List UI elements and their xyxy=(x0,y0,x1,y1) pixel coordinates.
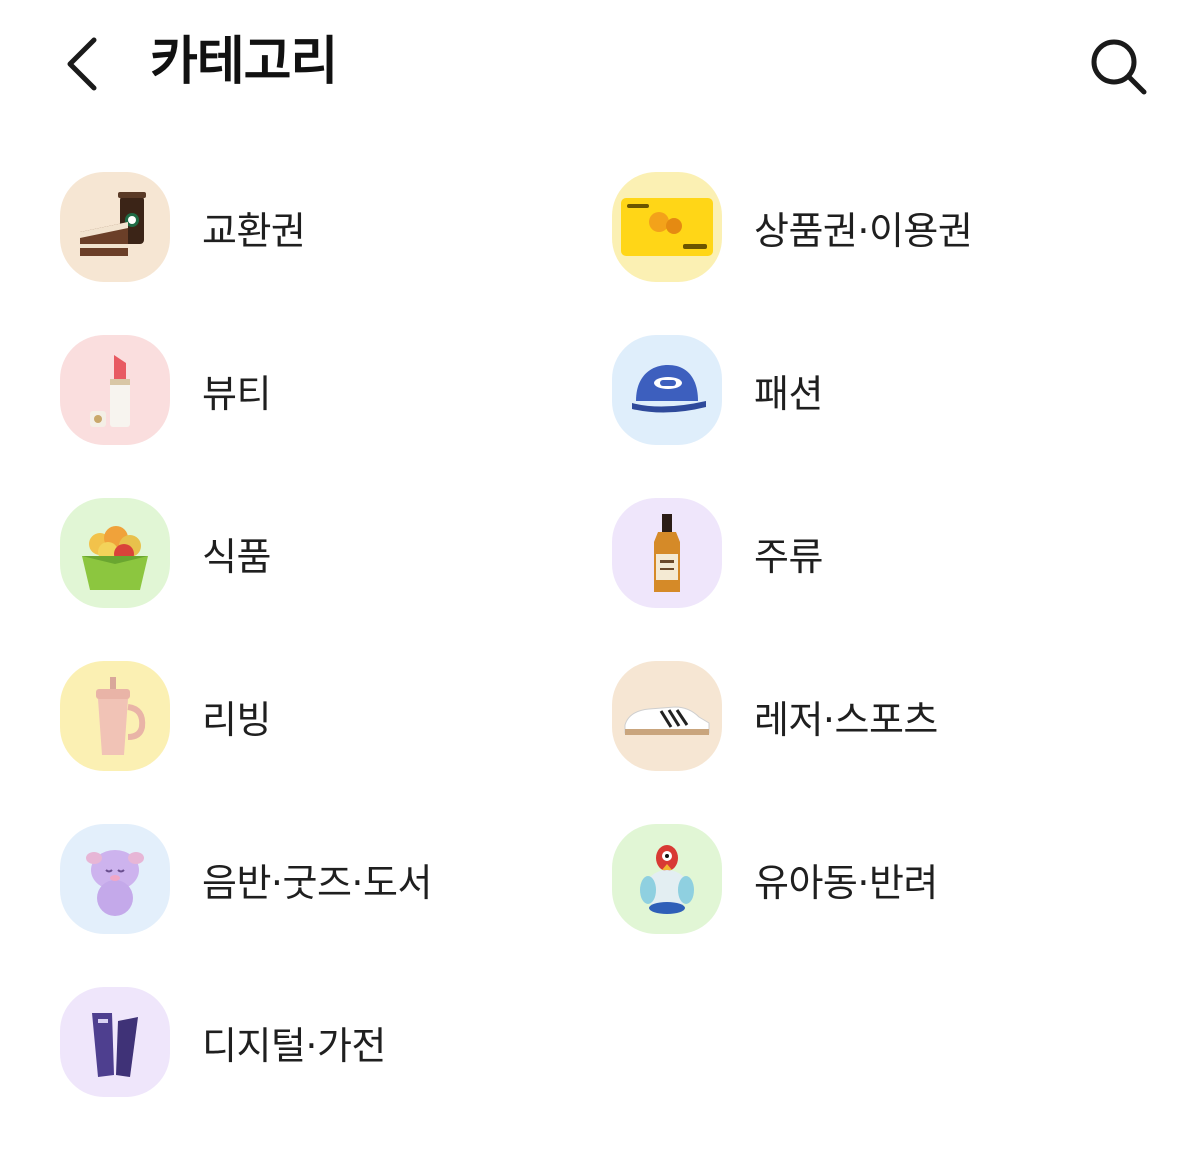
category-item-exchange-voucher[interactable]: 교환권 xyxy=(60,168,580,286)
parrot-toy-icon xyxy=(640,845,694,914)
cake-coffee-icon xyxy=(80,192,146,256)
cap-icon xyxy=(632,365,706,413)
category-thumb xyxy=(60,661,170,771)
category-item-digital-appliances[interactable]: 디지털·가전 xyxy=(60,983,580,1101)
category-thumb xyxy=(612,661,722,771)
category-label: 디지털·가전 xyxy=(202,1023,386,1068)
category-item-beauty[interactable]: 뷰티 xyxy=(60,331,580,449)
gift-card-icon xyxy=(621,198,713,256)
category-item-music-goods-books[interactable]: 음반·굿즈·도서 xyxy=(60,820,580,938)
category-thumb xyxy=(60,824,170,934)
category-label: 식품 xyxy=(202,534,271,579)
category-label: 유아동·반려 xyxy=(754,860,938,905)
category-thumb xyxy=(60,335,170,445)
category-item-fashion[interactable]: 패션 xyxy=(612,331,1132,449)
category-item-food[interactable]: 식품 xyxy=(60,494,580,612)
category-thumb xyxy=(612,335,722,445)
category-thumb xyxy=(60,987,170,1097)
fruit-box-icon xyxy=(82,526,148,590)
purple-device-icon xyxy=(92,1013,138,1077)
category-item-kids-pets[interactable]: 유아동·반려 xyxy=(612,820,1132,938)
category-label: 뷰티 xyxy=(202,371,271,416)
category-thumb xyxy=(612,824,722,934)
category-item-living[interactable]: 리빙 xyxy=(60,657,580,775)
category-label: 음반·굿즈·도서 xyxy=(202,860,432,905)
whisky-bottle-icon xyxy=(654,514,680,592)
category-thumb xyxy=(60,498,170,608)
category-item-leisure-sports[interactable]: 레저·스포츠 xyxy=(612,657,1132,775)
category-item-liquor[interactable]: 주류 xyxy=(612,494,1132,612)
category-item-gift-card[interactable]: 상품권·이용권 xyxy=(612,168,1132,286)
sneaker-icon xyxy=(624,706,710,735)
category-label: 리빙 xyxy=(202,697,271,742)
category-thumb xyxy=(612,498,722,608)
lipstick-icon xyxy=(90,355,130,427)
category-label: 교환권 xyxy=(202,208,306,253)
category-label: 주류 xyxy=(754,534,823,579)
tumbler-icon xyxy=(96,677,146,755)
category-label: 상품권·이용권 xyxy=(754,208,973,253)
category-thumb xyxy=(612,172,722,282)
category-label: 패션 xyxy=(754,371,823,416)
category-thumb xyxy=(60,172,170,282)
category-label: 레저·스포츠 xyxy=(754,697,938,742)
plush-doll-icon xyxy=(86,850,144,916)
category-grid: 교환권 상품권·이용권 뷰티 패션 식품 주류 리빙 레저·스포츠 음반·굿즈·… xyxy=(0,0,1200,1175)
